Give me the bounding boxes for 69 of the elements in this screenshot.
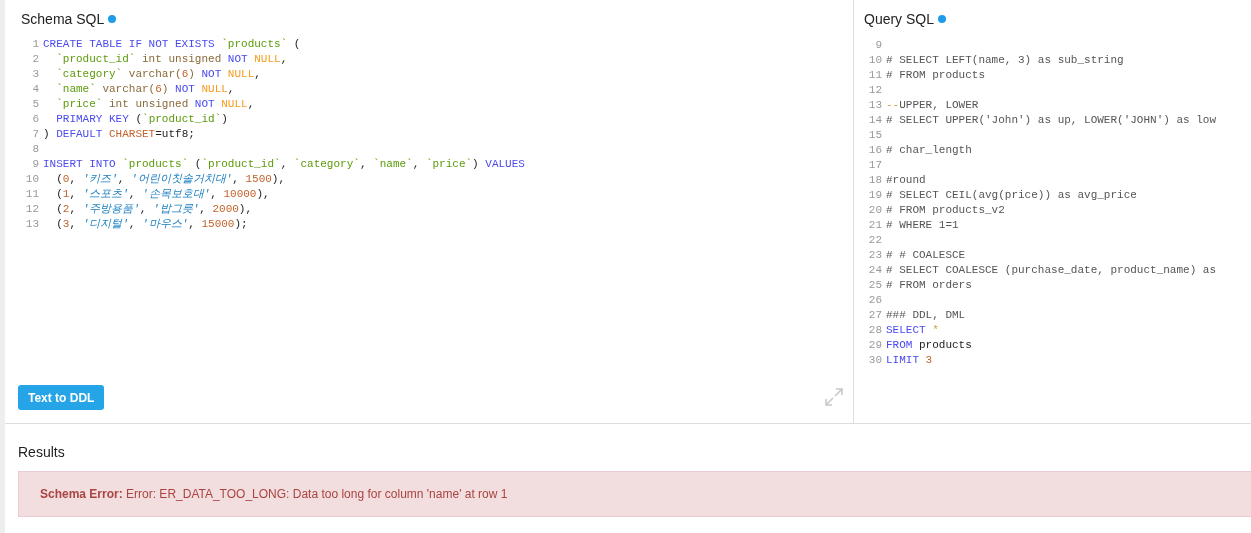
code-line: #round — [886, 173, 926, 189]
results-title: Results — [18, 443, 66, 462]
line-number: 12 — [24, 202, 40, 218]
line-number: 4 — [31, 82, 40, 98]
code-line: FROM products — [886, 338, 972, 354]
code-line: `price` int unsigned NOT NULL, — [55, 97, 255, 113]
code-line: `product_id` int unsigned NOT NULL, — [55, 52, 288, 68]
code-line: ### DDL, DML — [886, 308, 966, 324]
code-line: CREATE TABLE IF NOT EXISTS `products` ( — [43, 37, 301, 53]
code-line: LIMIT 3 — [886, 353, 933, 369]
code-line: ) DEFAULT CHARSET=utf8; — [43, 127, 195, 143]
code-line: SELECT * — [886, 323, 939, 339]
line-number: 14 — [867, 113, 883, 129]
code-line: `name` varchar(6) NOT NULL, — [55, 82, 235, 98]
line-number: 25 — [867, 278, 883, 294]
error-message: Schema Error: Error: ER_DATA_TOO_LONG: Data too long for column 'name' at row 1 — [40, 486, 508, 503]
line-number: 20 — [867, 203, 883, 219]
code-line: # SELECT CEIL(avg(price)) as avg_price — [886, 188, 1137, 204]
code-line: (2, '주방용품', '밥그릇', 2000), — [55, 202, 253, 218]
line-number: 12 — [867, 83, 883, 99]
line-number: 3 — [31, 67, 40, 83]
code-line: (1, '스포츠', '손목보호대', 10000), — [55, 187, 270, 203]
line-number: 28 — [867, 323, 883, 339]
line-number: 29 — [867, 338, 883, 354]
line-number: 6 — [31, 112, 40, 128]
line-number: 5 — [31, 97, 40, 113]
line-number: 2 — [31, 52, 40, 68]
code-line: # SELECT UPPER('John') as up, LOWER('JOHN') as low — [886, 113, 1217, 129]
code-line: PRIMARY KEY (`product_id`) — [55, 112, 228, 128]
line-number: 7 — [31, 127, 40, 143]
line-number: 19 — [867, 188, 883, 204]
code-line: # FROM products_v2 — [886, 203, 1005, 219]
line-number: 26 — [867, 293, 883, 309]
line-number: 23 — [867, 248, 883, 264]
code-line: # FROM products — [886, 68, 986, 84]
pane-title: Schema SQL — [21, 9, 105, 29]
code-line: `category` varchar(6) NOT NULL, — [55, 67, 261, 83]
line-number: 9 — [874, 38, 883, 54]
code-line: # WHERE 1=1 — [886, 218, 959, 234]
line-number: 11 — [24, 187, 40, 203]
code-line: # SELECT LEFT(name, 3) as sub_string — [886, 53, 1124, 69]
line-number: 13 — [867, 98, 883, 114]
line-number: 27 — [867, 308, 883, 324]
line-number: 11 — [867, 68, 883, 84]
code-line: # char_length — [886, 143, 972, 159]
line-number: 21 — [867, 218, 883, 234]
code-line: # FROM orders — [886, 278, 972, 294]
line-number: 1 — [31, 37, 40, 53]
line-number: 18 — [867, 173, 883, 189]
line-number: 22 — [867, 233, 883, 249]
line-number: 17 — [867, 158, 883, 174]
code-line: (0, '키즈', '어린이칫솔거치대', 1500), — [55, 172, 286, 188]
line-number: 13 — [24, 217, 40, 233]
text-to-ddl-button[interactable]: Text to DDL — [18, 385, 105, 410]
line-number: 9 — [31, 157, 40, 173]
code-line: --UPPER, LOWER — [886, 98, 979, 114]
line-number: 15 — [867, 128, 883, 144]
pane-title: Query SQL — [864, 9, 935, 29]
line-number: 10 — [867, 53, 883, 69]
code-line: # SELECT COALESCE (purchase_date, product_name) as — [886, 263, 1217, 279]
code-line: (3, '디지털', '마우스', 15000); — [55, 217, 248, 233]
line-number: 24 — [867, 263, 883, 279]
line-number: 16 — [867, 143, 883, 159]
line-number: 30 — [867, 353, 883, 369]
line-number: 8 — [31, 142, 40, 158]
code-line: # # COALESCE — [886, 248, 966, 264]
expand-icon[interactable] — [824, 387, 844, 407]
code-line: INSERT INTO `products` (`product_id`, `category`, `name`, `price`) VALUES — [43, 157, 525, 173]
line-number: 10 — [24, 172, 40, 188]
